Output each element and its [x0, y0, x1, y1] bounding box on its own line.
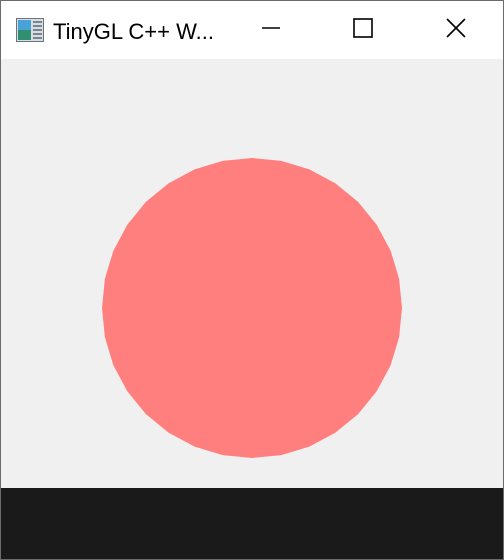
app-window: TinyGL C++ W... [0, 0, 504, 560]
maximize-icon [353, 17, 373, 43]
maximize-button[interactable] [317, 1, 409, 59]
window-app-icon[interactable] [16, 18, 44, 42]
close-button[interactable] [410, 1, 502, 59]
close-icon [445, 17, 467, 44]
window-title: TinyGL C++ W... [53, 19, 214, 44]
minimize-button[interactable] [225, 1, 317, 59]
minimize-icon [261, 18, 281, 43]
gl-canvas[interactable] [1, 59, 503, 488]
bottom-bar [1, 488, 503, 559]
red-circle [102, 158, 402, 458]
title-bar[interactable]: TinyGL C++ W... [1, 1, 503, 59]
